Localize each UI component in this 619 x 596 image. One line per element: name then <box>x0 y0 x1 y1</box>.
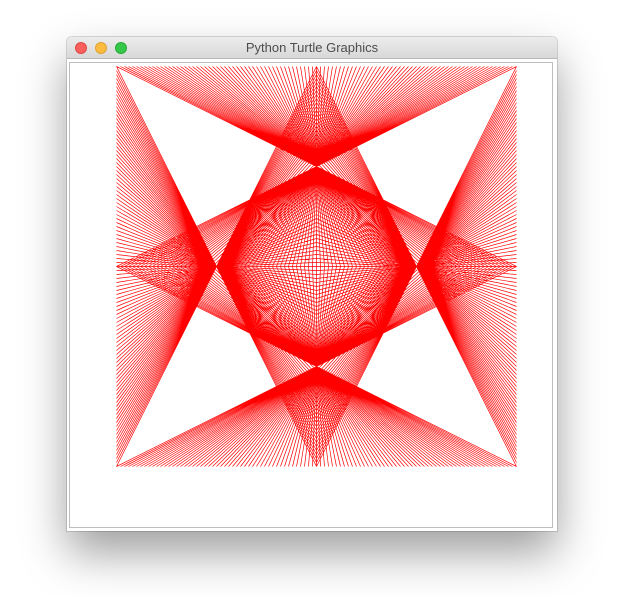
string-art-drawing <box>116 66 517 467</box>
turtle-canvas[interactable] <box>70 63 552 527</box>
title-bar[interactable]: Python Turtle Graphics <box>67 37 557 59</box>
window-title: Python Turtle Graphics <box>245 40 379 55</box>
turtle-canvas-frame[interactable] <box>69 62 553 528</box>
turtle-window: Python Turtle Graphics <box>67 37 557 531</box>
string-art-lines <box>116 66 517 467</box>
